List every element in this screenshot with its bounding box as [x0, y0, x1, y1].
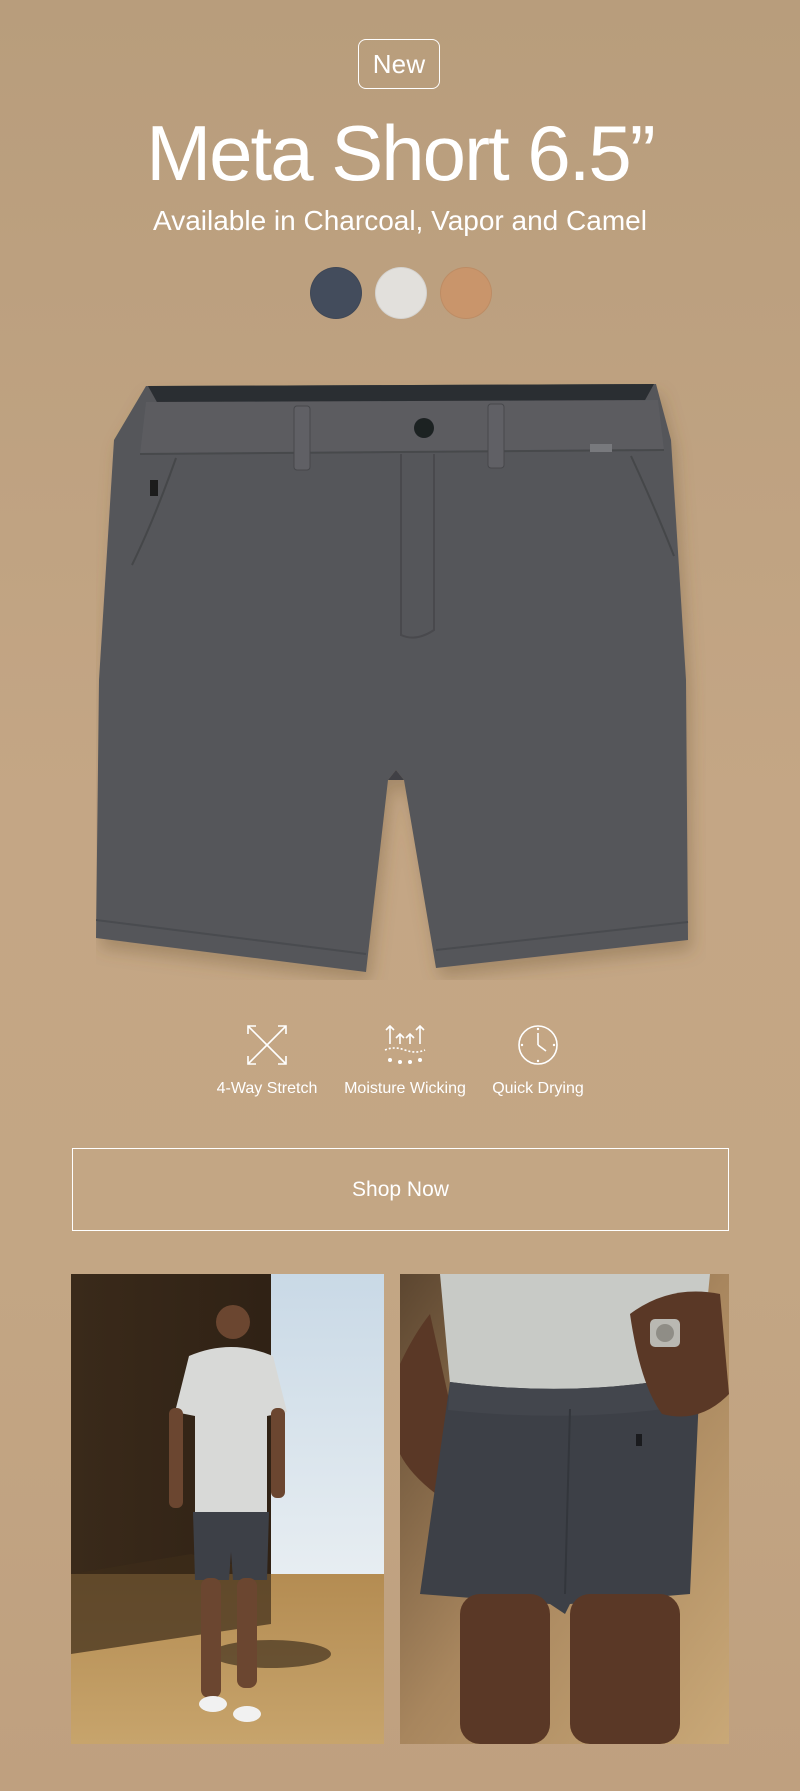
- moisture-wicking-icon: [384, 1024, 426, 1064]
- feature-stretch: 4-Way Stretch: [212, 1022, 322, 1098]
- product-subtitle: Available in Charcoal, Vapor and Camel: [153, 205, 647, 236]
- stretch-arrows-icon: [247, 1025, 287, 1065]
- product-title: Meta Short 6.5”: [146, 109, 656, 197]
- feature-label: Quick Drying: [492, 1080, 584, 1097]
- feature-moisture: Moisture Wicking: [342, 1022, 468, 1098]
- color-swatches: [310, 267, 492, 319]
- swatch-vapor[interactable]: [375, 267, 427, 319]
- swatch-camel[interactable]: [440, 267, 492, 319]
- swatch-charcoal[interactable]: [310, 267, 362, 319]
- clock-icon: [518, 1025, 558, 1065]
- product-image: [95, 380, 706, 980]
- feature-label: 4-Way Stretch: [216, 1080, 318, 1097]
- shop-now-button[interactable]: Shop Now: [72, 1148, 729, 1231]
- lifestyle-photo-walking: [71, 1274, 384, 1744]
- feature-label: Moisture Wicking: [344, 1080, 466, 1097]
- feature-quick-dry: Quick Drying: [488, 1022, 588, 1098]
- new-badge: New: [358, 39, 440, 89]
- lifestyle-photo-closeup: [400, 1274, 729, 1744]
